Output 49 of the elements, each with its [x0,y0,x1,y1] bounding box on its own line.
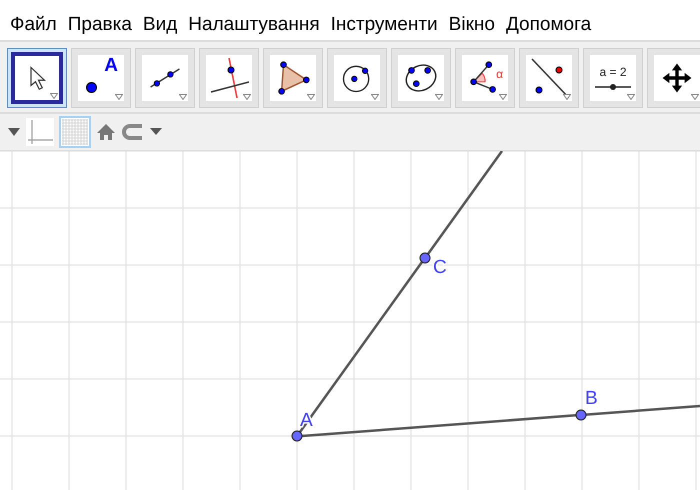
line-segment[interactable] [298,261,424,433]
tool-button[interactable] [135,48,195,108]
tool-label: a = 2 [599,65,627,79]
axes-icon[interactable] [26,118,54,146]
move-arrows-icon [660,61,694,95]
menu-item[interactable]: Правка [68,14,132,36]
tool-label: α [496,67,503,81]
perpendicular-line-icon [209,58,249,98]
menu-item[interactable]: Файл [10,14,57,36]
toggle-triangle-icon[interactable] [8,128,20,136]
point[interactable] [292,430,302,442]
tool-label: A [104,55,118,77]
tool-button[interactable] [199,48,259,108]
slider-icon [595,83,631,91]
home-icon[interactable] [96,122,116,142]
point-icon [86,82,97,93]
menu-item[interactable]: Вікно [448,14,495,36]
tool-button[interactable] [263,48,323,108]
tool-button[interactable] [519,48,579,108]
magnet-icon[interactable] [122,122,164,142]
point-label: C [433,257,447,278]
dropdown-arrow-icon [115,94,123,100]
menu-item[interactable]: Вид [142,14,178,36]
menu-item[interactable]: Допомога [506,14,592,36]
dropdown-arrow-icon [50,93,58,99]
dropdown-arrow-icon [563,94,571,100]
tool-button[interactable] [647,48,700,108]
tool-button[interactable]: α [455,48,515,108]
dropdown-arrow-icon [691,94,699,100]
tool-button[interactable] [327,48,387,108]
dropdown-arrow-icon [179,94,187,100]
line-segment[interactable] [586,404,700,416]
dropdown-arrow-icon [627,94,635,100]
menu-item[interactable]: Інструменти [330,14,438,36]
line-segment[interactable] [426,151,504,255]
point-label: B [585,388,598,409]
dropdown-arrow-icon [243,94,251,100]
menu-item[interactable]: Налаштування [188,14,320,36]
tool-button[interactable] [7,48,67,108]
dropdown-arrow-icon [435,94,443,100]
point[interactable] [576,410,586,420]
tool-button[interactable] [391,48,451,108]
line-segment[interactable] [302,414,576,438]
tool-button[interactable]: a = 2 [583,48,643,108]
tool-button[interactable]: A [71,48,131,108]
point[interactable] [420,252,430,264]
dropdown-arrow-icon [307,94,315,100]
dropdown-arrow-icon [371,94,379,100]
dropdown-arrow-icon [499,94,507,100]
